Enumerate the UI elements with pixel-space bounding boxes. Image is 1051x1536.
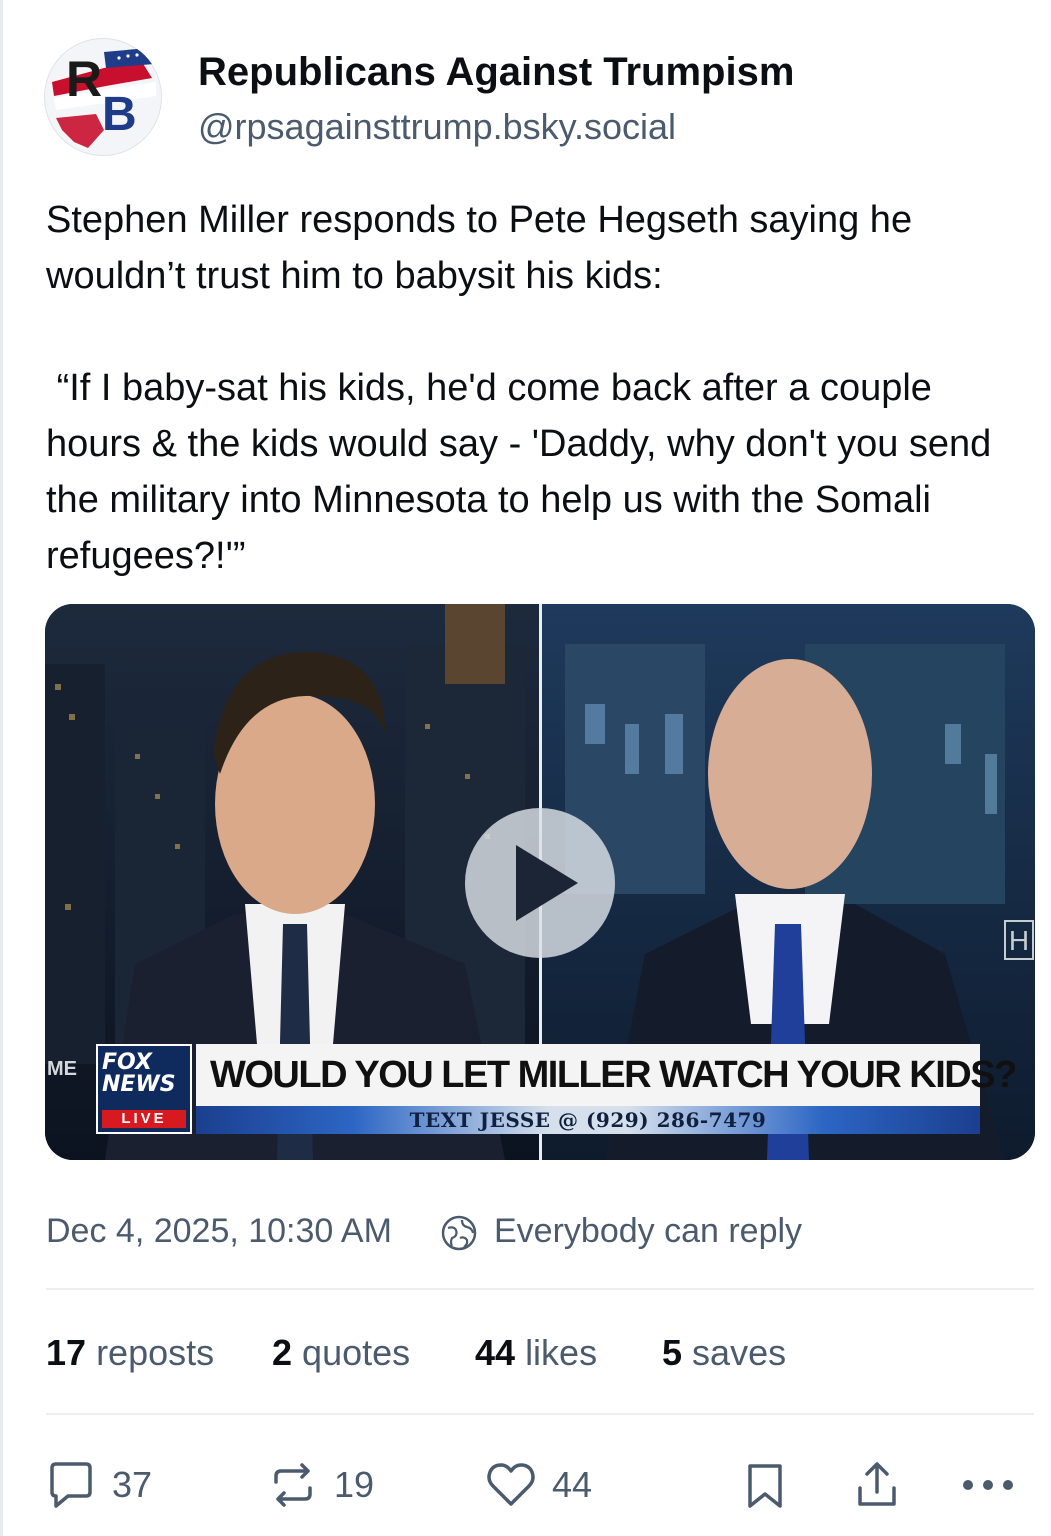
more-icon (963, 1480, 1013, 1490)
svg-text:B: B (102, 88, 137, 141)
edge-text-left: ME (47, 1058, 77, 1080)
quotes-stat[interactable]: 2 quotes (272, 1332, 410, 1374)
post-paragraph: “If I baby-sat his kids, he'd come back … (46, 367, 1002, 577)
saves-count: 5 (662, 1332, 683, 1373)
reposts-count: 17 (46, 1332, 87, 1373)
reposts-label: reposts (96, 1332, 215, 1373)
reply-setting[interactable]: Everybody can reply (494, 1212, 802, 1251)
quotes-label: quotes (302, 1332, 411, 1373)
reply-count: 37 (112, 1464, 153, 1505)
chyron-headline-bar: WOULD YOU LET MILLER WATCH YOUR KIDS? (196, 1044, 1017, 1106)
repost-icon (274, 1463, 312, 1507)
likes-stat[interactable]: 44 likes (475, 1332, 597, 1374)
divider (46, 1288, 1034, 1290)
fox-logo-line2: NEWS (102, 1072, 176, 1097)
likes-count: 44 (475, 1332, 516, 1373)
author-avatar[interactable]: R B (44, 38, 162, 156)
author-name[interactable]: Republicans Against Trumpism (198, 50, 794, 95)
rb-logo-icon: R B (45, 39, 161, 155)
saves-stat[interactable]: 5 saves (662, 1332, 786, 1374)
reposts-stat[interactable]: 17 reposts (46, 1332, 214, 1374)
heart-icon (487, 1463, 535, 1506)
likes-label: likes (525, 1332, 598, 1373)
post-timestamp: Dec 4, 2025, 10:30 AM (46, 1212, 392, 1250)
like-count: 44 (552, 1464, 593, 1505)
repost-button[interactable]: 19 (266, 1458, 374, 1512)
news-chyron: FOX NEWS LIVE WOULD YOU LET MILLER WATCH… (96, 1044, 1017, 1136)
post-text: Stephen Miller responds to Pete Hegseth … (46, 192, 1036, 584)
divider (46, 1413, 1034, 1415)
live-badge: LIVE (102, 1110, 186, 1128)
repost-count: 19 (334, 1464, 375, 1505)
left-border (0, 0, 3, 1536)
quotes-count: 2 (272, 1332, 293, 1373)
more-options-button[interactable] (958, 1458, 1020, 1512)
svg-text:R: R (66, 51, 102, 107)
share-icon (858, 1462, 896, 1506)
fox-news-logo: FOX NEWS LIVE (96, 1044, 192, 1134)
reply-button[interactable]: 37 (44, 1458, 152, 1512)
post-paragraph: Stephen Miller responds to Pete Hegseth … (46, 199, 923, 297)
chyron-subline-bar: TEXT JESSE @ (929) 286-7479 (196, 1106, 980, 1134)
play-icon (516, 845, 578, 921)
bookmark-button[interactable] (738, 1458, 792, 1512)
edge-text-right: H (1004, 920, 1034, 960)
bookmark-icon (748, 1464, 782, 1508)
like-button[interactable]: 44 (484, 1458, 592, 1512)
chyron-headline: WOULD YOU LET MILLER WATCH YOUR KIDS? (210, 1054, 1017, 1096)
globe-icon (441, 1215, 477, 1251)
fox-logo-line1: FOX (102, 1050, 152, 1075)
comment-icon (50, 1462, 92, 1508)
play-button[interactable] (465, 808, 615, 958)
chyron-subline: TEXT JESSE @ (929) 286-7479 (409, 1108, 767, 1132)
author-handle[interactable]: @rpsagainsttrump.bsky.social (198, 106, 676, 148)
saves-label: saves (692, 1332, 787, 1373)
share-button[interactable] (850, 1458, 904, 1512)
